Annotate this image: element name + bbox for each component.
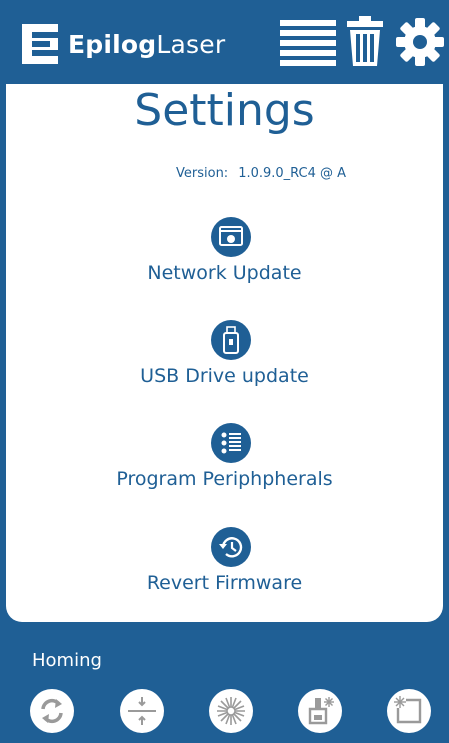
settings-card: Settings Version: 1.0.9.0_RC4 @ A Network… <box>6 84 443 622</box>
corner-laser-icon <box>394 696 422 724</box>
corner-laser-button[interactable] <box>387 689 431 733</box>
epilog-logo: EpilogLaser <box>22 22 225 66</box>
peripherals-list-icon <box>211 423 251 463</box>
program-peripherals-label: Program Periphpherals <box>116 468 333 490</box>
logo-wordmark: EpilogLaser <box>68 32 225 57</box>
focus-laser-button[interactable] <box>298 689 342 733</box>
network-update-label: Network Update <box>147 262 302 284</box>
focus-laser-icon <box>308 697 334 725</box>
usb-drive-update-label: USB Drive update <box>140 365 309 387</box>
revert-firmware-button[interactable]: Revert Firmware <box>6 527 443 611</box>
version-value: 1.0.9.0_RC4 @ A <box>238 166 347 181</box>
center-cross-icon <box>128 697 156 725</box>
trash-icon[interactable] <box>345 16 385 66</box>
revert-firmware-label: Revert Firmware <box>146 572 303 594</box>
homing-label: Homing <box>32 650 102 671</box>
logo-bold-text: Epilog <box>68 29 157 59</box>
usb-drive-icon <box>211 320 251 360</box>
network-update-button[interactable]: Network Update <box>6 217 443 301</box>
refresh-home-icon <box>41 698 63 724</box>
version-label: Version: <box>176 166 229 181</box>
program-peripherals-button[interactable]: Program Periphpherals <box>6 423 443 507</box>
laser-burst-icon <box>217 697 245 725</box>
usb-drive-update-button[interactable]: USB Drive update <box>6 320 443 404</box>
laser-burst-button[interactable] <box>209 689 253 733</box>
refresh-home-button[interactable] <box>30 689 74 733</box>
version-info: Version: 1.0.9.0_RC4 @ A <box>176 166 346 181</box>
center-cross-button[interactable] <box>120 689 164 733</box>
page-title: Settings <box>134 85 315 136</box>
logo-light-text: Laser <box>156 29 226 59</box>
revert-history-icon <box>211 527 251 567</box>
network-update-icon <box>211 217 251 257</box>
header-bar: EpilogLaser <box>0 0 449 82</box>
epilog-logo-mark-icon <box>22 24 58 64</box>
gear-icon[interactable] <box>396 18 444 66</box>
list-icon[interactable] <box>280 18 336 66</box>
app-frame: EpilogLaser Settings Version: 1.0.9.0_RC… <box>0 0 449 743</box>
